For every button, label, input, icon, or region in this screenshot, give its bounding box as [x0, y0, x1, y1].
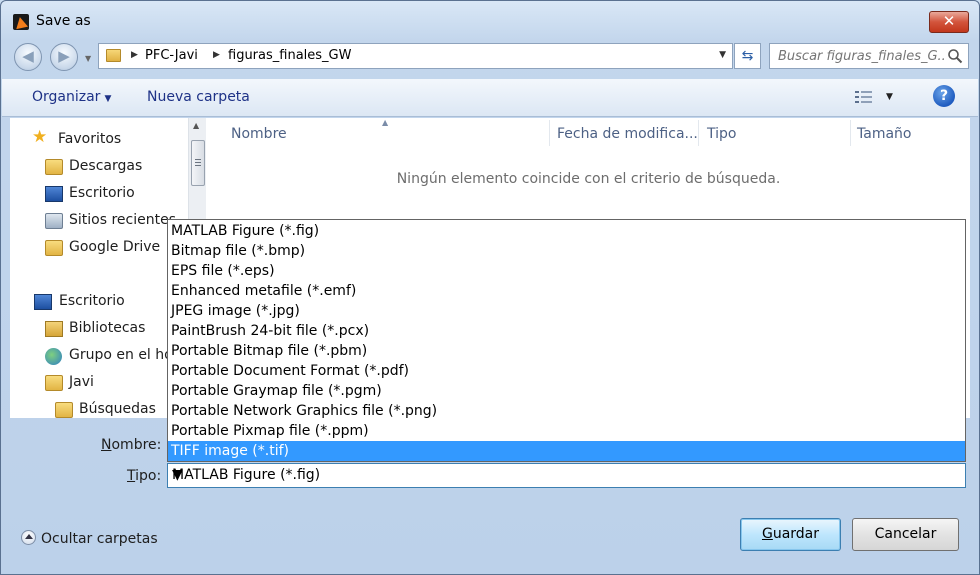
file-type-option[interactable]: Portable Pixmap file (*.ppm) — [168, 421, 965, 441]
search-box[interactable] — [769, 43, 969, 69]
file-type-option[interactable]: Portable Document Format (*.pdf) — [168, 361, 965, 381]
file-type-option[interactable]: Enhanced metafile (*.emf) — [168, 281, 965, 301]
view-options-icon[interactable] — [854, 89, 874, 105]
nav-label: Google Drive — [69, 239, 161, 255]
file-type-option[interactable]: MATLAB Figure (*.fig) — [168, 221, 965, 241]
cancel-button[interactable]: Cancelar — [852, 518, 959, 551]
file-type-option[interactable]: Portable Network Graphics file (*.png) — [168, 401, 965, 421]
close-button[interactable]: ✕ — [929, 11, 969, 33]
navigation-pane: ★ Favoritos Descargas Escritorio Sitios … — [10, 118, 188, 418]
recent-places-icon — [45, 213, 63, 229]
organize-button[interactable]: Organizar ▼ — [32, 89, 111, 105]
search-input[interactable] — [770, 44, 946, 68]
nav-label: Bibliotecas — [69, 320, 146, 336]
folder-icon — [106, 49, 121, 62]
chevron-down-icon[interactable]: ▼ — [172, 467, 960, 483]
search-icon[interactable] — [947, 48, 963, 64]
downloads-folder-icon — [45, 159, 63, 175]
collapse-up-icon[interactable] — [21, 530, 36, 545]
save-as-dialog: Save as ✕ ◀ ▶ ▼ ▶ PFC-Javi ▶ figuras_fin… — [0, 0, 980, 575]
file-type-option[interactable]: EPS file (*.eps) — [168, 261, 965, 281]
file-type-option-highlighted[interactable]: TIFF image (*.tif) — [168, 441, 965, 461]
refresh-icon: ⇆ — [741, 48, 754, 64]
file-type-option[interactable]: Portable Graymap file (*.pgm) — [168, 381, 965, 401]
nav-label: Escritorio — [69, 185, 135, 201]
libraries-icon — [45, 321, 63, 337]
file-name-label: Nombre: — [101, 437, 162, 453]
searches-folder-icon — [55, 402, 73, 418]
nav-label: Descargas — [69, 158, 143, 174]
column-header-size[interactable]: Tamaño — [857, 126, 911, 142]
desktop-icon — [45, 186, 63, 202]
nav-label: Búsquedas — [79, 401, 156, 417]
star-icon: ★ — [32, 127, 48, 147]
sort-ascending-icon: ▲ — [382, 118, 389, 127]
address-dropdown[interactable]: ▼ — [719, 50, 726, 60]
breadcrumb-item[interactable]: figuras_finales_GW — [228, 48, 351, 63]
back-button[interactable]: ◀ — [14, 43, 42, 71]
refresh-button[interactable]: ⇆ — [734, 43, 761, 69]
view-dropdown[interactable]: ▼ — [886, 92, 893, 102]
organize-label: Organizar — [32, 89, 101, 105]
column-header-type[interactable]: Tipo — [707, 126, 736, 142]
folder-icon — [45, 240, 63, 256]
breadcrumb-item[interactable]: PFC-Javi — [145, 48, 198, 63]
chevron-right-icon[interactable]: ▶ — [131, 50, 138, 60]
file-type-select[interactable]: MATLAB Figure (*.fig) ▼ — [167, 463, 966, 488]
column-header-name[interactable]: Nombre — [231, 126, 287, 142]
file-type-option[interactable]: JPEG image (*.jpg) — [168, 301, 965, 321]
scroll-up-icon[interactable]: ▲ — [193, 121, 199, 130]
address-bar[interactable]: ▶ PFC-Javi ▶ figuras_finales_GW ▼ — [98, 43, 733, 69]
user-folder-icon — [45, 375, 63, 391]
homegroup-icon — [45, 348, 62, 365]
help-icon[interactable]: ? — [933, 85, 955, 107]
file-type-option[interactable]: PaintBrush 24-bit file (*.pcx) — [168, 321, 965, 341]
nav-label: Favoritos — [58, 131, 122, 147]
nav-label: Sitios recientes — [69, 212, 176, 228]
empty-folder-message: Ningún elemento coincide con el criterio… — [396, 171, 781, 187]
nav-label: Javi — [69, 374, 94, 390]
arrow-left-icon: ◀ — [22, 47, 34, 65]
file-type-label: Tipo: — [127, 468, 162, 484]
nav-label: Escritorio — [59, 293, 125, 309]
window-title: Save as — [36, 13, 91, 29]
column-header-date[interactable]: Fecha de modifica... — [557, 126, 698, 142]
chevron-down-icon: ▼ — [104, 94, 112, 104]
command-bar: Organizar ▼ Nueva carpeta ▼ ? — [2, 79, 978, 117]
chevron-right-icon[interactable]: ▶ — [213, 50, 220, 60]
forward-button[interactable]: ▶ — [50, 43, 78, 71]
file-type-dropdown-list[interactable]: MATLAB Figure (*.fig) Bitmap file (*.bmp… — [167, 219, 966, 462]
file-type-option[interactable]: Bitmap file (*.bmp) — [168, 241, 965, 261]
new-folder-button[interactable]: Nueva carpeta — [147, 89, 250, 105]
save-button[interactable]: Guardar — [740, 518, 841, 551]
arrow-right-icon: ▶ — [58, 47, 70, 65]
recent-locations-dropdown[interactable]: ▼ — [85, 54, 91, 63]
file-type-option[interactable]: Portable Bitmap file (*.pbm) — [168, 341, 965, 361]
title-bar: Save as ✕ — [1, 1, 979, 41]
matlab-icon — [13, 14, 29, 30]
hide-folders-toggle[interactable]: Ocultar carpetas — [41, 531, 158, 547]
desktop-icon — [34, 294, 52, 310]
scroll-thumb[interactable] — [191, 140, 205, 186]
